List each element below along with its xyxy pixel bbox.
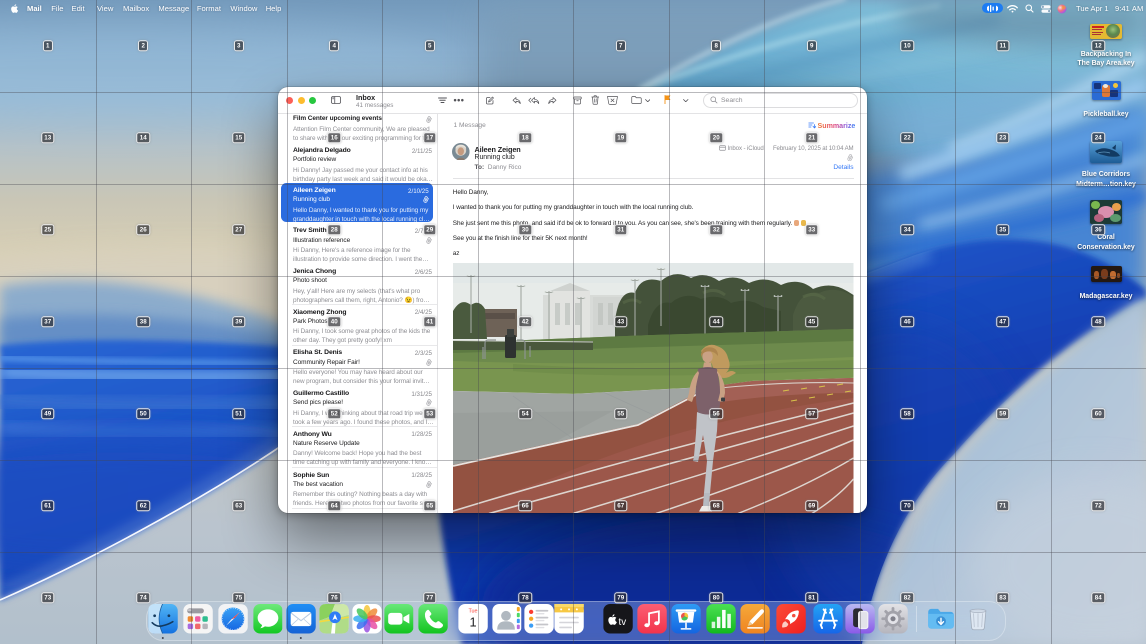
svg-text:tv: tv: [618, 617, 626, 628]
svg-text:1: 1: [469, 615, 476, 630]
svg-text:Tue: Tue: [468, 608, 477, 614]
